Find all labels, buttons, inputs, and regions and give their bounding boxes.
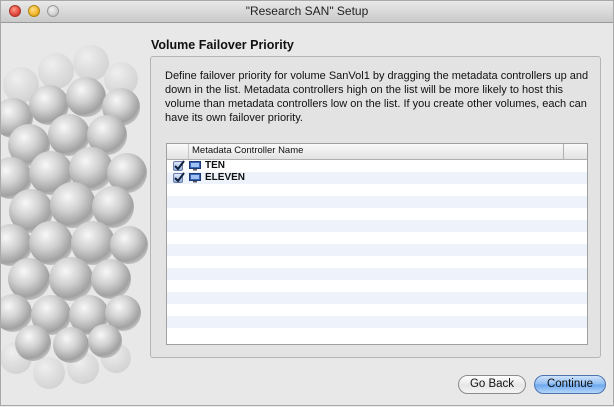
list-row-eleven[interactable]: ELEVEN xyxy=(167,172,587,184)
empty-row xyxy=(167,196,587,208)
spheres-illustration xyxy=(1,45,148,389)
row-label: ELEVEN xyxy=(205,172,246,183)
empty-row xyxy=(167,328,587,340)
metadata-controller-list[interactable]: Metadata Controller Name TEN ELEVEN xyxy=(166,143,588,345)
list-row-ten[interactable]: TEN xyxy=(167,160,587,172)
description-text: Define failover priority for volume SanV… xyxy=(165,70,589,124)
computer-monitor-icon xyxy=(189,161,201,171)
continue-button[interactable]: Continue xyxy=(534,375,606,394)
empty-row xyxy=(167,244,587,256)
list-header: Metadata Controller Name xyxy=(167,144,587,160)
empty-row xyxy=(167,256,587,268)
header-checkbox-column[interactable] xyxy=(167,144,189,159)
empty-row xyxy=(167,232,587,244)
window-title: "Research SAN" Setup xyxy=(245,4,369,18)
empty-row xyxy=(167,292,587,304)
row-checkbox[interactable] xyxy=(173,172,185,183)
empty-row xyxy=(167,316,587,328)
checkmark-icon xyxy=(174,172,185,183)
empty-row xyxy=(167,280,587,292)
empty-row xyxy=(167,184,587,196)
empty-row xyxy=(167,268,587,280)
column-header-controller-name[interactable]: Metadata Controller Name xyxy=(192,145,303,156)
header-divider xyxy=(563,144,564,159)
empty-row xyxy=(167,208,587,220)
empty-row xyxy=(167,220,587,232)
setup-window: "Research SAN" Setup Volume Failover Pri… xyxy=(0,0,614,406)
title-bar[interactable]: "Research SAN" Setup xyxy=(1,1,613,23)
row-checkbox[interactable] xyxy=(173,160,185,171)
page-heading: Volume Failover Priority xyxy=(151,38,294,52)
content-panel: Define failover priority for volume SanV… xyxy=(150,56,601,358)
row-label: TEN xyxy=(205,160,225,171)
empty-row xyxy=(167,304,587,316)
go-back-button[interactable]: Go Back xyxy=(458,375,526,394)
computer-monitor-icon xyxy=(189,173,201,183)
